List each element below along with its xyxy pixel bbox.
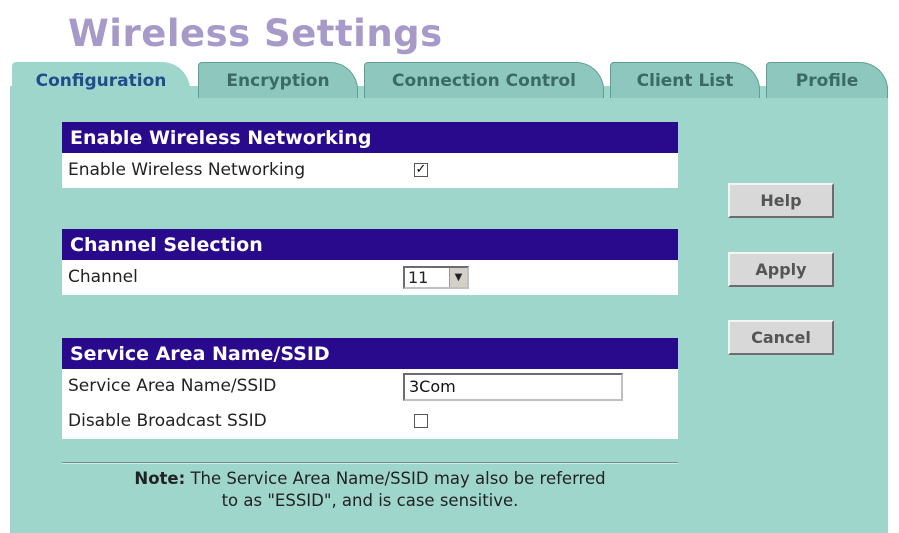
wireless-label: Enable Wireless Networking xyxy=(68,160,306,180)
tab-configuration[interactable]: Configuration xyxy=(12,62,190,100)
help-button-label: Help xyxy=(760,191,802,210)
tab-encryption[interactable]: Encryption xyxy=(198,62,358,98)
page-title: Wireless Settings xyxy=(68,12,443,55)
tab-label: Connection Control xyxy=(392,70,576,91)
ssid-input[interactable]: 3Com xyxy=(403,373,623,401)
channel-value: 11 xyxy=(408,268,429,287)
broadcast-label: Disable Broadcast SSID xyxy=(68,411,267,431)
divider xyxy=(62,462,678,464)
section-header-channel: Channel Selection xyxy=(62,229,678,260)
channel-label: Channel xyxy=(68,267,138,287)
tab-label: Profile xyxy=(795,70,859,91)
note-line-2: to as "ESSID", and is case sensitive. xyxy=(221,491,519,510)
help-button[interactable]: Help xyxy=(728,183,834,218)
section-header-ssid: Service Area Name/SSID xyxy=(62,338,678,369)
disable-broadcast-checkbox[interactable] xyxy=(414,414,428,428)
apply-button[interactable]: Apply xyxy=(728,252,834,287)
note-line-1: Note: The Service Area Name/SSID may als… xyxy=(62,468,678,490)
note: Note: The Service Area Name/SSID may als… xyxy=(62,468,678,512)
note-prefix: Note: xyxy=(134,469,186,488)
section-header-wireless: Enable Wireless Networking xyxy=(62,122,678,153)
tab-profile[interactable]: Profile xyxy=(766,62,888,98)
ssid-label: Service Area Name/SSID xyxy=(68,376,277,396)
dropdown-arrow-icon[interactable]: ▼ xyxy=(449,268,467,287)
wireless-row: Enable Wireless Networking ✓ xyxy=(62,153,678,188)
note-text-1: The Service Area Name/SSID may also be r… xyxy=(185,469,606,488)
tab-client-list[interactable]: Client List xyxy=(610,62,760,98)
tab-connection-control[interactable]: Connection Control xyxy=(364,62,604,98)
channel-panel: Channel Selection Channel 11 ▼ xyxy=(62,229,678,295)
wireless-panel: Enable Wireless Networking Enable Wirele… xyxy=(62,122,678,188)
broadcast-row: Disable Broadcast SSID xyxy=(62,404,678,439)
ssid-panel: Service Area Name/SSID Service Area Name… xyxy=(62,338,678,439)
tab-label: Configuration xyxy=(35,71,167,91)
cancel-button-label: Cancel xyxy=(751,328,811,347)
tab-label: Encryption xyxy=(226,70,330,91)
tab-label: Client List xyxy=(636,70,734,91)
check-mark-icon: ✓ xyxy=(415,162,427,177)
apply-button-label: Apply xyxy=(755,260,807,279)
channel-select[interactable]: 11 ▼ xyxy=(403,266,469,289)
ssid-row: Service Area Name/SSID 3Com xyxy=(62,369,678,404)
channel-row: Channel 11 ▼ xyxy=(62,260,678,295)
enable-wireless-checkbox[interactable]: ✓ xyxy=(414,163,428,177)
cancel-button[interactable]: Cancel xyxy=(728,320,834,355)
